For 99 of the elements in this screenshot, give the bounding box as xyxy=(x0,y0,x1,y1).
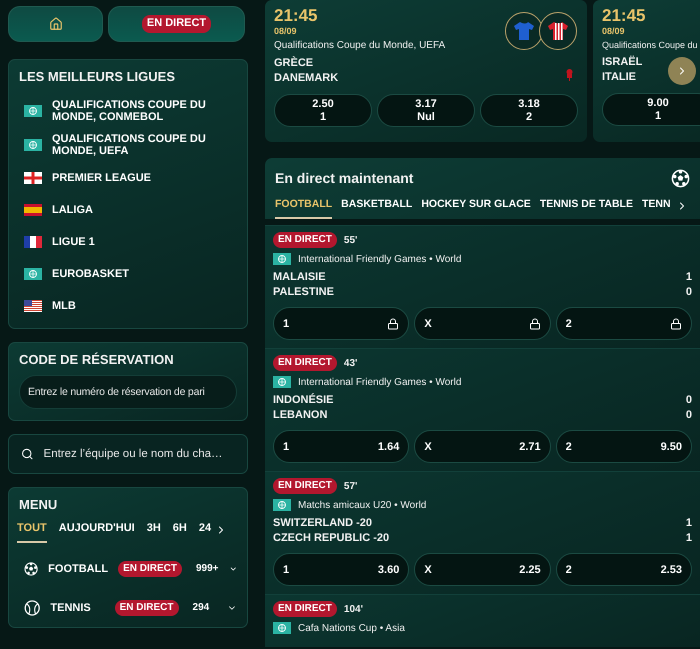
panel-title: LES MEILLEURS LIGUES xyxy=(19,69,176,84)
sport-item[interactable]: FOOTBALL EN DIRECT 999+ xyxy=(19,549,237,588)
globe-flag-icon xyxy=(24,268,42,280)
team-name: CZECH REPUBLIC -20 xyxy=(273,531,390,546)
sport-tab[interactable]: HOCKEY SUR GLACE xyxy=(421,192,531,219)
team-name: SWITZERLAND -20 xyxy=(273,516,372,531)
filter-tab[interactable]: 3H xyxy=(146,516,161,543)
event-count: 294 xyxy=(192,602,210,613)
football-icon xyxy=(671,168,690,188)
league-item[interactable]: QUALIFICATIONS COUPE DU MONDE, CONMEBOL xyxy=(19,94,237,128)
flag-icon xyxy=(24,236,42,248)
team-name: PALESTINE xyxy=(273,285,334,300)
match-minute: 57' xyxy=(344,480,358,492)
globe-flag-icon xyxy=(24,139,42,151)
globe-flag-icon xyxy=(273,376,291,388)
odds-button[interactable]: 1 xyxy=(273,307,410,340)
sport-tab[interactable]: BASKETBALL xyxy=(341,192,412,219)
match-date: 08/09 xyxy=(602,26,626,36)
match-time: 21:45 xyxy=(602,7,646,24)
odds-button[interactable]: 3.17 Nul xyxy=(377,94,475,127)
search-field[interactable]: Entrez l’équipe ou le nom du cha… xyxy=(44,448,235,460)
odds-button[interactable]: X 2.71 xyxy=(414,430,551,463)
live-badge: EN DIRECT xyxy=(273,232,337,248)
team-score: 0 xyxy=(686,408,692,423)
sport-tab[interactable]: TENN xyxy=(642,192,671,219)
search-icon xyxy=(21,447,34,461)
league-item[interactable]: MLB xyxy=(19,290,237,322)
live-badge: EN DIRECT xyxy=(273,355,337,371)
team-name: LEBANON xyxy=(273,408,328,423)
league-name: Cafa Nations Cup • Asia xyxy=(298,622,405,634)
globe-flag-icon xyxy=(273,253,291,265)
odds-button[interactable]: X 2.25 xyxy=(414,553,551,586)
league-item[interactable]: QUALIFICATIONS COUPE DU MONDE, UEFA xyxy=(19,128,237,162)
lock-icon xyxy=(670,318,682,330)
match-time: 21:45 xyxy=(274,7,318,24)
league-item[interactable]: LIGUE 1 xyxy=(19,226,237,258)
odds-button[interactable]: 3.18 2 xyxy=(480,94,578,127)
sport-name: FOOTBALL xyxy=(48,562,108,574)
team-name: INDONÉSIE xyxy=(273,393,334,408)
odds-button[interactable]: 2.50 1 xyxy=(274,94,372,127)
team-name: ITALIE xyxy=(602,70,636,85)
home-icon xyxy=(48,17,62,31)
league-item[interactable]: PREMIER LEAGUE xyxy=(19,162,237,194)
flag-icon xyxy=(24,172,42,184)
match-minute: 43' xyxy=(344,358,358,368)
odds-button[interactable]: 9.00 1 xyxy=(602,93,700,126)
reservation-field[interactable]: Entrez le numéro de réservation de pari xyxy=(19,375,237,409)
league-name: Qualifications Coupe du xyxy=(602,40,699,50)
sport-name: TENNIS xyxy=(50,602,92,614)
league-item[interactable]: EUROBASKET xyxy=(19,258,237,290)
home-button[interactable] xyxy=(8,6,103,42)
globe-flag-icon xyxy=(273,499,291,511)
team-score: 1 xyxy=(686,516,692,531)
team-score: 1 xyxy=(686,270,692,285)
sport-item[interactable]: TENNIS EN DIRECT 294 xyxy=(19,588,237,627)
match-minute: 55' xyxy=(344,234,358,246)
team-name: GRÈCE xyxy=(274,56,314,71)
live-button[interactable]: EN DIRECT xyxy=(108,6,245,42)
filter-tab[interactable]: 24 xyxy=(198,516,212,543)
league-name: International Friendly Games • World xyxy=(298,254,462,264)
team-score: 0 xyxy=(686,393,692,408)
team-name: ISRAËL xyxy=(602,55,642,70)
search-box[interactable]: Entrez l’équipe ou le nom du cha… xyxy=(8,434,248,474)
odds-button[interactable]: 1 3.60 xyxy=(273,553,410,586)
odds-button[interactable]: 1 1.64 xyxy=(273,430,410,463)
filter-tab[interactable]: TOUT xyxy=(17,516,47,543)
league-name: Qualifications Coupe du Monde, UEFA xyxy=(274,40,446,51)
odds-button[interactable]: 2 2.53 xyxy=(556,553,692,586)
tennis-ball-icon xyxy=(24,598,40,618)
section-title: En direct maintenant xyxy=(275,170,414,186)
event-count: 999+ xyxy=(196,563,218,574)
live-badge: EN DIRECT xyxy=(114,600,179,616)
panel-title: CODE DE RÉSERVATION xyxy=(19,352,175,367)
sport-tab[interactable]: FOOTBALL xyxy=(275,192,332,219)
odds-button[interactable]: X xyxy=(414,307,551,340)
league-item[interactable]: LALIGA xyxy=(19,194,237,226)
lock-icon xyxy=(387,318,400,330)
match-date: 08/09 xyxy=(274,26,298,36)
odds-button[interactable]: 2 xyxy=(556,307,692,340)
filter-tab[interactable]: 6H xyxy=(172,516,187,543)
flag-icon xyxy=(24,300,42,312)
team-name: MALAISIE xyxy=(273,270,326,285)
league-name: International Friendly Games • World xyxy=(298,376,462,388)
filter-tab[interactable]: AUJOURD'HUI xyxy=(58,516,135,543)
league-name: Matchs amicaux U20 • World xyxy=(298,500,426,510)
team-name: DANEMARK xyxy=(274,71,338,86)
globe-flag-icon xyxy=(24,105,42,117)
panel-title: MENU xyxy=(19,497,58,512)
live-badge: EN DIRECT xyxy=(273,478,337,494)
match-minute: 104' xyxy=(344,604,363,614)
globe-flag-icon xyxy=(273,622,291,634)
flag-icon xyxy=(24,204,42,216)
live-badge: EN DIRECT xyxy=(273,601,337,617)
live-badge: EN DIRECT xyxy=(118,560,182,576)
odds-button[interactable]: 2 9.50 xyxy=(556,430,692,463)
sport-tab[interactable]: TENNIS DE TABLE xyxy=(540,192,633,219)
lock-icon xyxy=(528,318,541,330)
team-score: 0 xyxy=(686,285,692,300)
team-score: 1 xyxy=(686,531,692,546)
